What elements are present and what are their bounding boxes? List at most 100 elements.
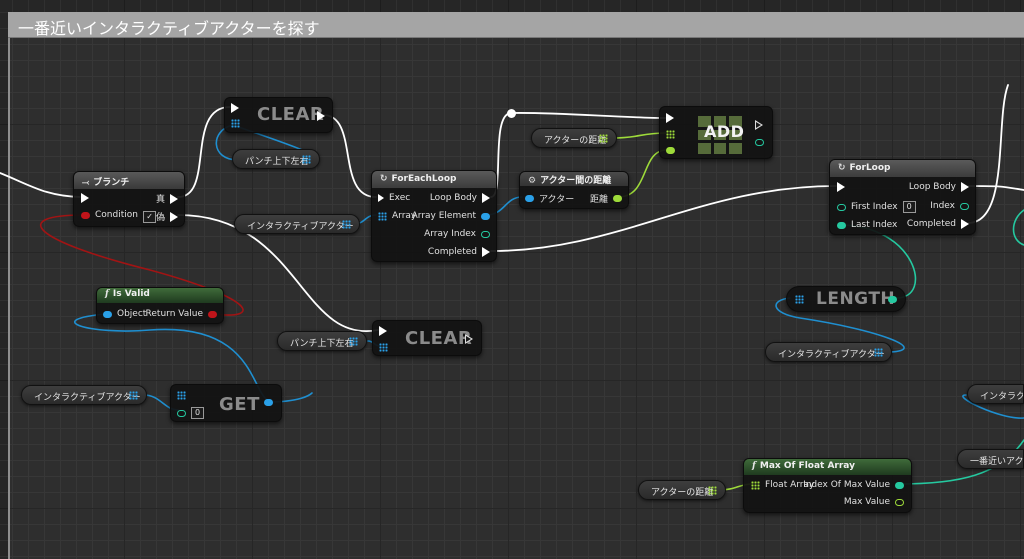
forloop-index-pin[interactable]: Index xyxy=(930,201,969,211)
var-actor-distance-top[interactable]: アクターの距離 xyxy=(531,128,617,148)
forloop-header[interactable]: ↻ ForLoop xyxy=(830,160,975,177)
get-index-pin[interactable]: 0 xyxy=(177,407,205,419)
var-interactive-3[interactable]: インタラクティブアクター xyxy=(765,342,892,362)
reroute-node[interactable] xyxy=(507,109,516,118)
forloop-node[interactable]: ↻ ForLoop First Index 0 Last Index Loop B… xyxy=(829,159,976,235)
foreach-header[interactable]: ↻ ForEachLoop xyxy=(372,171,496,188)
forloop-lastindex-pin[interactable]: Last Index xyxy=(837,220,897,230)
add-index-out-pin[interactable] xyxy=(755,139,764,146)
branch-node[interactable]: ⤙ ブランチ 真 Condition ✓ 偽 xyxy=(73,171,185,227)
clear-mid-array-pin[interactable] xyxy=(379,343,388,352)
clear-mid-node[interactable]: CLEAR xyxy=(372,320,482,356)
branch-exec-in-pin[interactable] xyxy=(81,193,89,203)
branch-true-pin[interactable]: 真 xyxy=(156,192,178,205)
array-icon xyxy=(302,155,311,164)
distance-header[interactable]: ⚙ アクター間の距離 xyxy=(520,172,628,186)
clear-top-exec-in-pin[interactable] xyxy=(231,103,239,113)
forloop-firstindex-pin[interactable]: First Index 0 xyxy=(837,201,916,213)
foreach-completed-pin[interactable]: Completed xyxy=(428,247,490,257)
branch-node-header[interactable]: ⤙ ブランチ xyxy=(74,172,184,189)
forloop-completed-pin[interactable]: Completed xyxy=(907,219,969,229)
get-node[interactable]: 0 GET xyxy=(170,384,282,422)
foreach-title: ForEachLoop xyxy=(391,174,457,184)
add-item-pin[interactable] xyxy=(666,147,675,154)
var-punch-mid[interactable]: パンチ上下左右 xyxy=(277,331,367,351)
is-valid-return-pin[interactable]: Return Value xyxy=(146,309,217,319)
forloop-loopbody-pin[interactable]: Loop Body xyxy=(909,182,969,192)
branch-condition-pin[interactable]: Condition xyxy=(81,210,138,220)
add-exec-in-pin[interactable] xyxy=(666,113,674,123)
branch-false-pin[interactable]: ✓ 偽 xyxy=(143,210,178,223)
clear-top-array-pin[interactable] xyxy=(231,119,240,128)
foreach-loop-node[interactable]: ↻ ForEachLoop Exec Array Loop Body Array … xyxy=(371,170,497,262)
foreach-exec-pin[interactable]: Exec xyxy=(378,193,410,203)
add-node[interactable]: ADD xyxy=(659,106,773,159)
max-float-index-label: Index Of Max Value xyxy=(803,480,890,490)
foreach-loopbody-pin[interactable]: Loop Body xyxy=(430,193,490,203)
length-array-pin[interactable] xyxy=(795,295,804,304)
array-icon xyxy=(874,348,883,357)
foreach-element-label: Array Element xyxy=(411,211,476,221)
loop-icon: ↻ xyxy=(380,174,388,184)
function-icon: f xyxy=(752,461,756,471)
max-float-value-pin[interactable]: Max Value xyxy=(844,497,904,507)
function-icon: f xyxy=(105,289,109,299)
foreach-index-label: Array Index xyxy=(424,229,476,239)
branch-true-label: 真 xyxy=(155,195,165,205)
var-punch-top-label: パンチ上下左右 xyxy=(245,157,309,167)
get-array-pin[interactable] xyxy=(177,391,186,400)
is-valid-object-pin[interactable]: Object xyxy=(103,309,146,319)
forloop-exec-pin[interactable] xyxy=(837,182,845,192)
length-out-pin[interactable] xyxy=(888,296,897,303)
forloop-firstindex-input[interactable]: 0 xyxy=(902,201,916,213)
max-float-header[interactable]: f Max Of Float Array xyxy=(744,459,911,475)
comment-title[interactable]: 一番近いインタラクティブアクターを探す xyxy=(8,12,1024,38)
forloop-title: ForLoop xyxy=(849,163,891,173)
var-interactive-2[interactable]: インタラクティブアクター xyxy=(21,385,147,405)
array-icon xyxy=(599,134,608,143)
forloop-firstindex-label: First Index xyxy=(851,202,898,212)
is-valid-node[interactable]: f Is Valid Object Return Value xyxy=(96,287,224,324)
branch-false-label: 偽 xyxy=(155,213,165,223)
is-valid-title: Is Valid xyxy=(112,289,150,299)
var-interactive-right[interactable]: インタラクテ xyxy=(967,384,1024,404)
var-actor-distance-bottom[interactable]: アクターの距離 xyxy=(638,480,726,500)
forloop-index-label: Index xyxy=(930,201,955,211)
is-valid-header[interactable]: f Is Valid xyxy=(97,288,223,303)
clear-top-exec-out-pin[interactable] xyxy=(317,111,325,121)
clear-top-node[interactable]: CLEAR xyxy=(224,97,333,133)
var-actor-distance-top-label: アクターの距離 xyxy=(544,136,607,146)
max-float-array-node[interactable]: f Max Of Float Array Float Array Index Of… xyxy=(743,458,912,513)
array-icon xyxy=(342,220,351,229)
array-icon xyxy=(129,391,138,400)
foreach-element-pin[interactable]: Array Element xyxy=(412,211,490,221)
foreach-loopbody-label: Loop Body xyxy=(429,193,477,203)
clear-mid-exec-out-pin[interactable] xyxy=(464,334,474,344)
clear-mid-title: CLEAR xyxy=(405,328,473,349)
add-exec-out-pin[interactable] xyxy=(754,120,764,130)
distance-actor-pin[interactable]: アクター xyxy=(525,192,574,205)
var-punch-top[interactable]: パンチ上下左右 xyxy=(232,149,320,169)
foreach-array-pin[interactable]: Array xyxy=(378,211,416,221)
var-interactive-1[interactable]: インタラクティブアクター xyxy=(234,214,360,234)
length-node[interactable]: LENGTH xyxy=(786,286,906,312)
branch-condition-checkbox[interactable]: ✓ xyxy=(143,210,156,223)
is-valid-return-label: Return Value xyxy=(145,309,203,319)
get-index-input[interactable]: 0 xyxy=(191,407,205,419)
branch-condition-label: Condition xyxy=(95,210,138,220)
var-nearest-right-label: 一番近いアクタ xyxy=(970,457,1024,467)
distance-node[interactable]: ⚙ アクター間の距離 アクター 距離 xyxy=(519,171,629,209)
is-valid-object-label: Object xyxy=(117,309,147,319)
distance-out-pin[interactable]: 距離 xyxy=(590,192,622,205)
array-icon xyxy=(349,337,358,346)
branch-icon: ⤙ xyxy=(82,178,90,188)
clear-mid-exec-in-pin[interactable] xyxy=(379,326,387,336)
foreach-index-pin[interactable]: Array Index xyxy=(424,229,490,239)
var-nearest-right[interactable]: 一番近いアクタ xyxy=(957,449,1024,469)
clear-top-title: CLEAR xyxy=(257,104,325,125)
add-array-pin[interactable] xyxy=(666,130,675,139)
get-out-pin[interactable] xyxy=(264,399,273,406)
max-float-index-pin[interactable]: Index Of Max Value xyxy=(803,480,904,490)
add-title: ADD xyxy=(704,122,745,141)
function-icon: ⚙ xyxy=(528,176,537,186)
